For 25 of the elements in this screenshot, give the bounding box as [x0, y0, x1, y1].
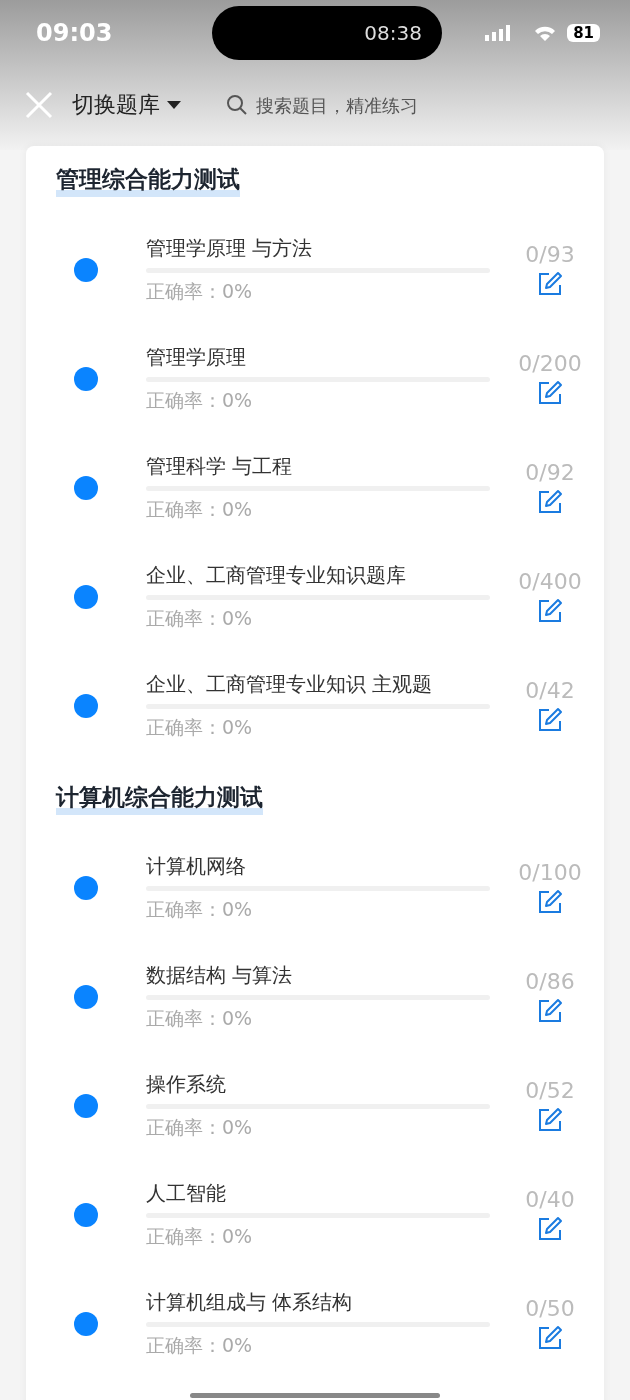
- question-count: 0/42: [525, 678, 575, 703]
- accuracy-text: 正确率：0%: [146, 1005, 254, 1031]
- accuracy-text: 正确率：0%: [146, 714, 254, 740]
- question-count: 0/86: [525, 969, 575, 994]
- question-count: 0/400: [518, 569, 582, 594]
- question-count: 0/52: [525, 1078, 575, 1103]
- status-time: 08:38: [364, 21, 422, 45]
- question-count: 0/50: [525, 1296, 575, 1321]
- question-count: 0/100: [518, 860, 582, 885]
- battery-level: 81: [567, 24, 600, 42]
- question-count: 0/40: [525, 1187, 575, 1212]
- accuracy-text: 正确率：0%: [146, 605, 254, 631]
- accuracy-text: 正确率：0%: [146, 278, 254, 304]
- accuracy-text: 正确率：0%: [146, 1332, 254, 1358]
- section-title: 管理综合能力测试: [56, 164, 240, 197]
- question-count: 0/200: [518, 351, 582, 376]
- section-title: 计算机综合能力测试: [56, 782, 263, 815]
- question-count: 0/92: [525, 460, 575, 485]
- accuracy-text: 正确率：0%: [146, 387, 254, 413]
- accuracy-text: 正确率：0%: [146, 896, 254, 922]
- accuracy-text: 正确率：0%: [146, 1223, 254, 1249]
- status-time: 09:03: [36, 19, 114, 47]
- accuracy-text: 正确率：0%: [146, 496, 254, 522]
- question-count: 0/93: [525, 242, 575, 267]
- accuracy-text: 正确率：0%: [146, 1114, 254, 1140]
